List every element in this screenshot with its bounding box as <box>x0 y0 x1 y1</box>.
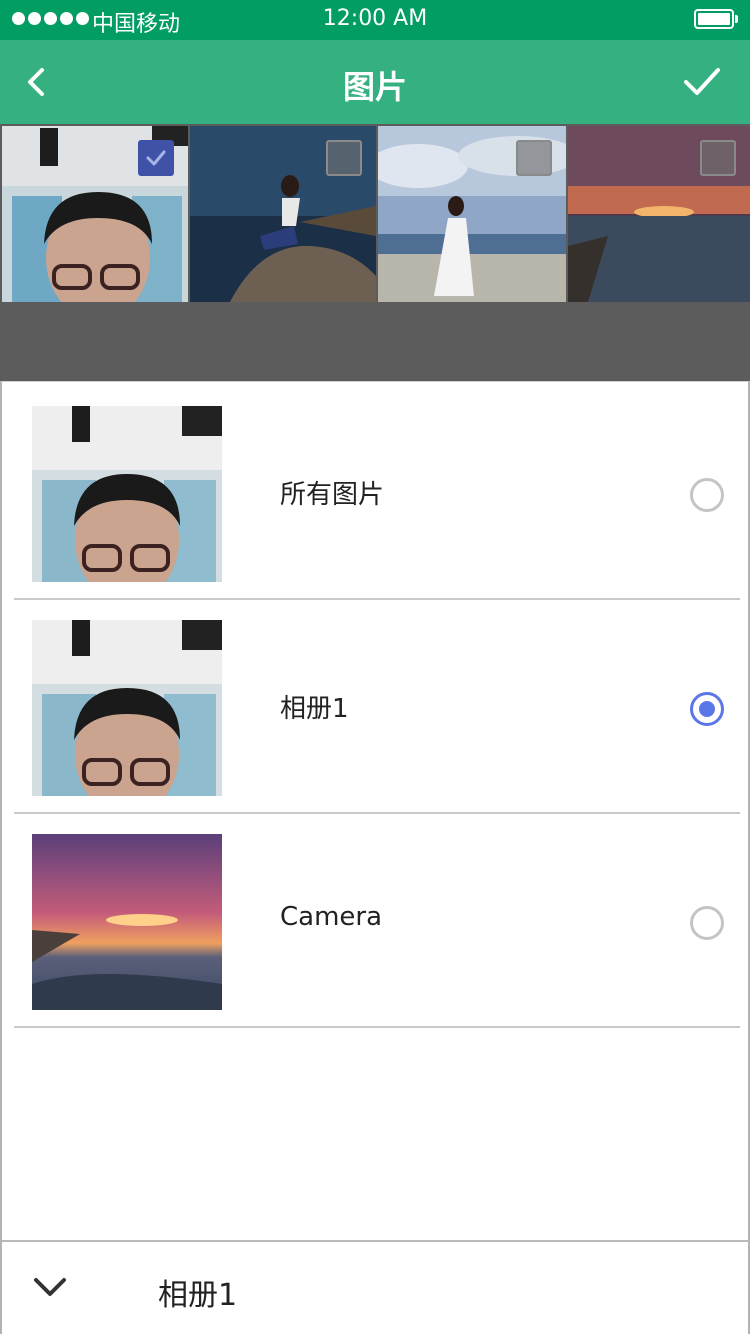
photo-checkbox[interactable] <box>700 140 736 176</box>
album-cover <box>32 620 222 796</box>
battery-icon <box>694 9 738 29</box>
album-cover <box>32 406 222 582</box>
album-row-album1[interactable]: 相册1 <box>14 598 740 814</box>
photo-grid <box>0 124 750 381</box>
check-icon <box>146 150 166 166</box>
status-bar: 中国移动 12:00 AM <box>0 0 750 40</box>
page-title: 图片 <box>342 68 407 106</box>
photo-checkbox[interactable] <box>138 140 174 176</box>
photo-thumbnail[interactable] <box>568 126 750 302</box>
album-cover-image <box>32 834 222 1010</box>
album-radio[interactable] <box>690 906 724 940</box>
chevron-down-icon[interactable] <box>30 1270 70 1304</box>
photo-checkbox[interactable] <box>326 140 362 176</box>
photo-thumbnail[interactable] <box>378 126 566 302</box>
album-name: Camera <box>280 902 383 932</box>
album-list: 所有图片 相册1 Camera <box>0 381 750 1241</box>
album-selector-bar[interactable]: 相册1 <box>0 1240 750 1334</box>
status-time: 12:00 AM <box>322 6 428 31</box>
album-cover <box>32 834 222 1010</box>
album-cover-image <box>32 406 222 582</box>
album-row-camera[interactable]: Camera <box>14 812 740 1028</box>
checkmark-icon <box>684 68 720 95</box>
nav-bar: 图片 <box>0 40 750 124</box>
album-name: 所有图片 <box>280 480 385 510</box>
confirm-button[interactable] <box>676 58 728 106</box>
album-cover-image <box>32 620 222 796</box>
photo-thumbnail[interactable] <box>190 126 376 302</box>
photo-thumbnail[interactable] <box>2 126 188 302</box>
album-row-all[interactable]: 所有图片 <box>14 384 740 600</box>
current-album-label: 相册1 <box>158 1278 238 1313</box>
album-radio[interactable] <box>690 478 724 512</box>
album-name: 相册1 <box>280 694 349 724</box>
album-radio-selected[interactable] <box>690 692 724 726</box>
photo-checkbox[interactable] <box>516 140 552 176</box>
